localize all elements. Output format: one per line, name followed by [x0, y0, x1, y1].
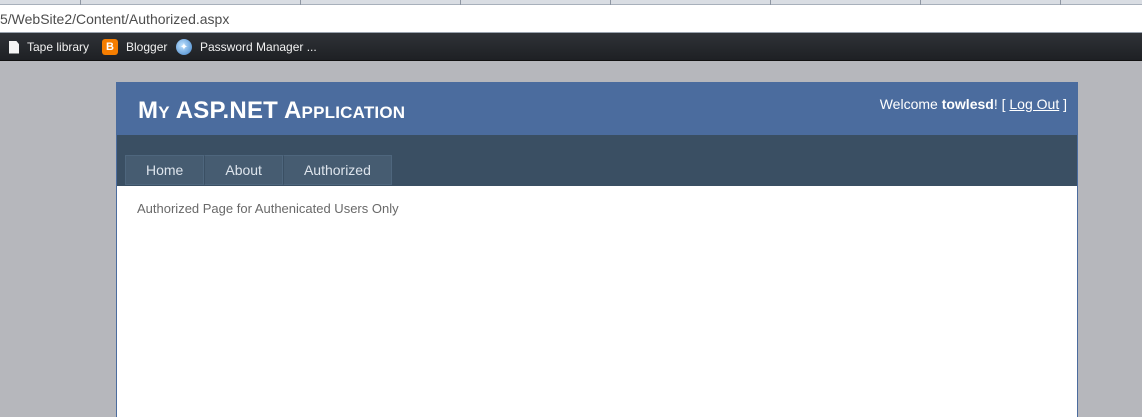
bookmark-blogger[interactable]: B Blogger	[102, 33, 167, 61]
bookmarks-bar: Tape library B Blogger ✦ Password Manage…	[0, 33, 1142, 61]
close-bracket: ]	[1063, 96, 1067, 112]
bookmark-label: Password Manager ...	[200, 40, 317, 54]
address-bar[interactable]: 5/WebSite2/Content/Authorized.aspx	[0, 5, 1142, 33]
nav-about[interactable]: About	[204, 155, 283, 185]
logout-link[interactable]: Log Out	[1009, 96, 1059, 112]
menu-bar: Home About Authorized	[117, 135, 1077, 186]
app-title: My ASP.NET Application	[138, 97, 406, 124]
welcome-suffix: ! [	[993, 96, 1006, 112]
blogger-icon: B	[102, 39, 118, 55]
page-icon	[9, 40, 19, 54]
site-header: My ASP.NET Application Welcome towlesd! …	[117, 83, 1077, 135]
welcome-text: Welcome	[879, 96, 938, 112]
main-message: Authorized Page for Authenicated Users O…	[137, 201, 399, 216]
address-url[interactable]: 5/WebSite2/Content/Authorized.aspx	[0, 11, 229, 27]
login-display: Welcome towlesd! [ Log Out ]	[880, 96, 1067, 112]
bookmark-label: Tape library	[27, 40, 90, 54]
nav-authorized[interactable]: Authorized	[282, 155, 392, 185]
page-container: My ASP.NET Application Welcome towlesd! …	[116, 82, 1078, 417]
nav-menu: Home About Authorized	[125, 155, 392, 185]
bookmark-label: Blogger	[126, 40, 168, 54]
nav-home[interactable]: Home	[125, 155, 205, 185]
username: towlesd	[941, 96, 994, 112]
bookmark-tape-library[interactable]: Tape library	[9, 33, 89, 61]
bookmark-password-manager[interactable]: ✦ Password Manager ...	[176, 33, 317, 61]
password-manager-icon: ✦	[176, 39, 192, 55]
